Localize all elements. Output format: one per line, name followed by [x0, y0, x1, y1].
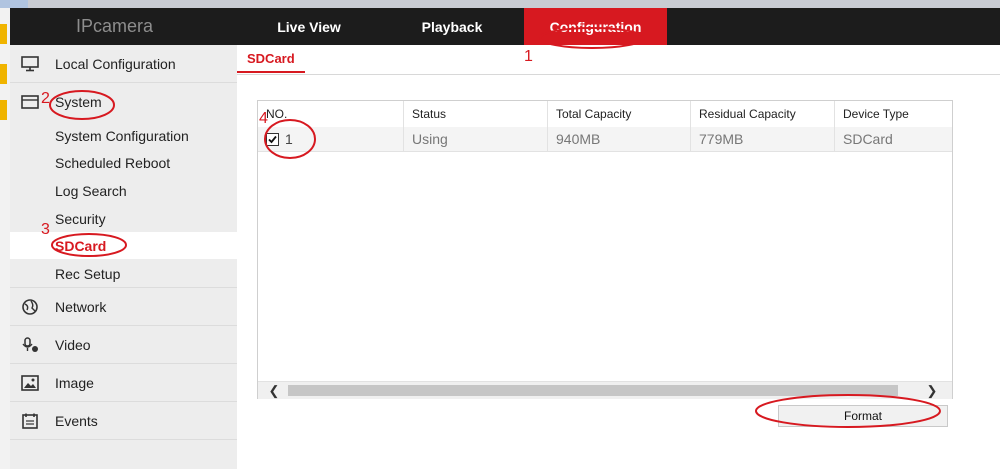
- sidebar-item-label: Image: [55, 374, 94, 391]
- sidebar-sub-log-search[interactable]: Log Search: [10, 177, 237, 204]
- sidebar-item-label: System: [55, 94, 102, 110]
- sidebar-sub-scheduled-reboot[interactable]: Scheduled Reboot: [10, 149, 237, 176]
- annotation-4: 4: [259, 110, 268, 127]
- sidebar-sub-rec-setup[interactable]: Rec Setup: [10, 260, 237, 288]
- nav-playback[interactable]: Playback: [394, 8, 510, 45]
- table-row[interactable]: 1 Using 940MB 779MB SDCard: [258, 127, 952, 152]
- scroll-left-icon[interactable]: ❮: [264, 382, 284, 399]
- row-number: 1: [285, 131, 293, 147]
- sidebar-item-label: Network: [55, 298, 107, 315]
- globe-icon: [22, 299, 38, 315]
- sidebar-item-label: Local Configuration: [55, 55, 176, 72]
- annotation-1: 1: [524, 48, 533, 65]
- tab-bar: SDCard: [237, 45, 1000, 75]
- column-header-total-capacity: Total Capacity: [547, 101, 690, 127]
- table-header-row: NO. Status Total Capacity Residual Capac…: [258, 101, 952, 128]
- column-header-status: Status: [403, 101, 547, 127]
- cell-device-type: SDCard: [834, 127, 952, 151]
- column-header-residual-capacity: Residual Capacity: [690, 101, 834, 127]
- sidebar-item-label: Video: [55, 336, 91, 353]
- annotation-2: 2: [41, 90, 50, 107]
- main-content: SDCard NO. Status Total Capacity Residua…: [237, 45, 1000, 469]
- column-header-device-type: Device Type: [834, 101, 952, 127]
- picture-icon: [21, 375, 39, 391]
- scrollbar-thumb[interactable]: [288, 385, 898, 396]
- nav-live-view[interactable]: Live View: [253, 8, 365, 45]
- sidebar-item-image[interactable]: Image: [10, 364, 237, 402]
- cell-status: Using: [403, 127, 547, 151]
- horizontal-scrollbar[interactable]: ❮ ❯: [258, 381, 952, 399]
- sidebar-item-events[interactable]: Events: [10, 402, 237, 440]
- microphone-icon: [22, 337, 38, 352]
- cell-total-capacity: 940MB: [547, 127, 690, 151]
- calendar-icon: [22, 413, 38, 429]
- sidebar-item-video[interactable]: Video: [10, 326, 237, 364]
- format-button[interactable]: Format: [778, 405, 948, 427]
- scroll-right-icon[interactable]: ❯: [922, 382, 942, 399]
- monitor-icon: [21, 56, 39, 72]
- cell-no: 1: [258, 127, 403, 151]
- sdcard-table: NO. Status Total Capacity Residual Capac…: [257, 100, 953, 399]
- row-checkbox[interactable]: [266, 132, 279, 146]
- sidebar-item-label: Events: [55, 412, 98, 429]
- nav-configuration[interactable]: Configuration: [524, 8, 667, 45]
- annotation-3: 3: [41, 221, 50, 238]
- window-icon: [21, 95, 39, 109]
- tab-sdcard[interactable]: SDCard: [237, 45, 305, 73]
- top-header: IPcamera Live View Playback Configuratio…: [10, 8, 1000, 45]
- browser-top-strip: [0, 0, 1000, 8]
- sidebar-sub-system-configuration[interactable]: System Configuration: [10, 122, 237, 149]
- sidebar-item-local-configuration[interactable]: Local Configuration: [10, 45, 237, 83]
- sidebar-item-network[interactable]: Network: [10, 288, 237, 326]
- column-header-no: NO.: [258, 101, 403, 127]
- cell-residual-capacity: 779MB: [690, 127, 834, 151]
- sidebar: Local Configuration System System Config…: [10, 45, 237, 469]
- app-logo: IPcamera: [76, 16, 154, 36]
